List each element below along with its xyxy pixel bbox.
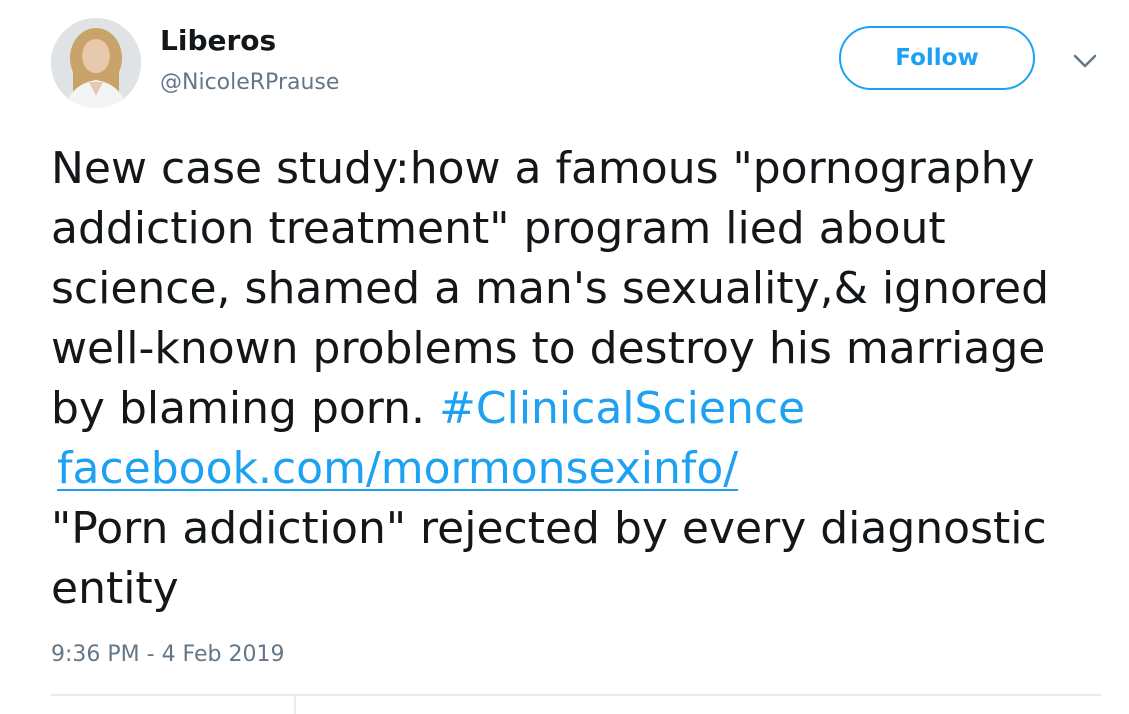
tweet-text: New case study:how a famous "pornography… — [51, 139, 1111, 619]
follow-button[interactable]: Follow — [839, 26, 1035, 90]
tweet-timestamp[interactable]: 9:36 PM - 4 Feb 2019 — [51, 642, 285, 667]
tweet-line: entity — [51, 563, 179, 614]
chevron-down-icon[interactable] — [1070, 52, 1100, 72]
tweet-line: addiction treatment" program lied about — [51, 203, 946, 254]
author-display-name[interactable]: Liberos — [160, 24, 276, 57]
author-handle[interactable]: @NicoleRPrause — [160, 70, 339, 95]
tweet-line: well-known problems to destroy his marri… — [51, 323, 1046, 374]
tweet-line: New case study:how a famous "pornography — [51, 143, 1035, 194]
hashtag-link[interactable]: #ClinicalScience — [439, 383, 805, 434]
profile-photo — [51, 18, 141, 108]
tweet-line: facebook.com/mormonsexinfo/ — [51, 439, 1111, 499]
tweet-line: by blaming porn. #ClinicalScience — [51, 379, 1111, 439]
tweet-line-text: by blaming porn. — [51, 383, 439, 434]
url-link[interactable]: facebook.com/mormonsexinfo/ — [57, 443, 738, 494]
tweet-line: "Porn addiction" rejected by every diagn… — [51, 503, 1047, 554]
avatar[interactable] — [51, 18, 141, 108]
tweet-line: science, shamed a man's sexuality,& igno… — [51, 263, 1050, 314]
divider — [51, 694, 1101, 696]
divider — [294, 696, 296, 714]
